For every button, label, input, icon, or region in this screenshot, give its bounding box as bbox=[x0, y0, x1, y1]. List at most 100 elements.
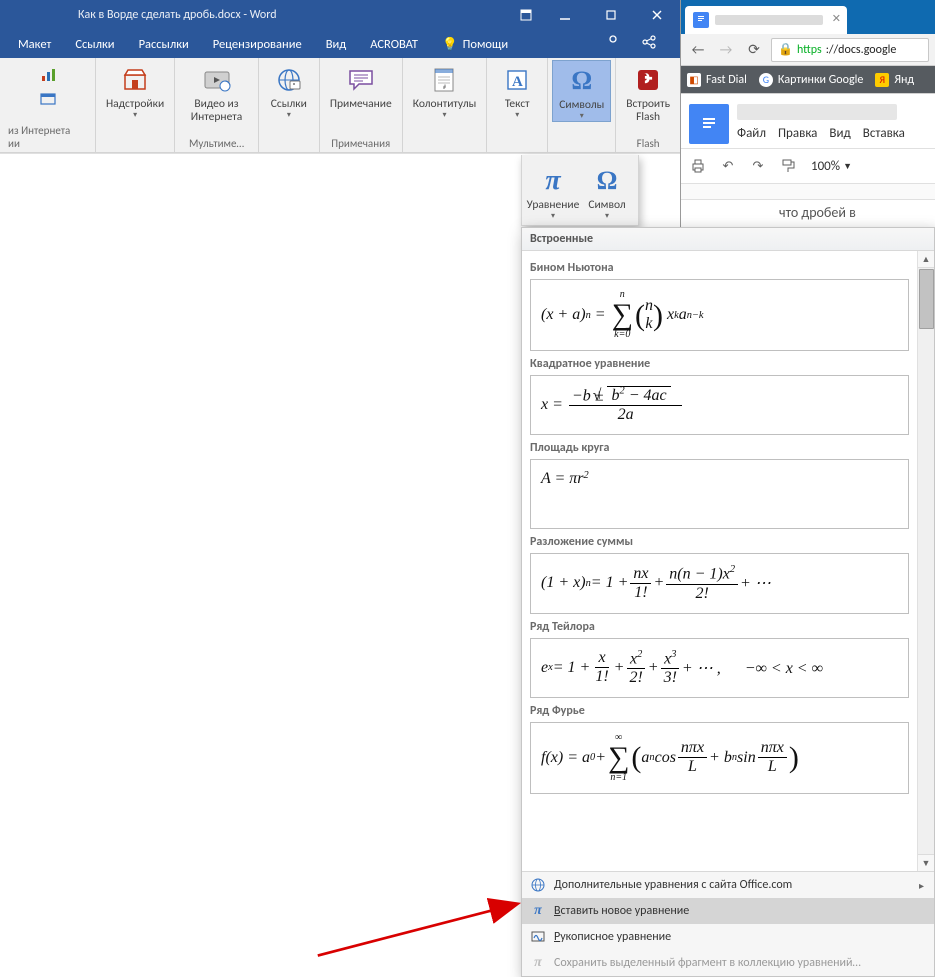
comment-button[interactable]: Примечание bbox=[324, 60, 398, 111]
ribbon-display-options-button[interactable] bbox=[510, 0, 542, 30]
word-titlebar: Как в Ворде сделать дробь.docx - Word bbox=[0, 0, 680, 30]
yandex-icon: Я bbox=[875, 73, 889, 87]
ribbon: из Интернета ии Надстройки bbox=[0, 58, 680, 153]
eq-item-fourier[interactable]: f(x) = a0 + ∞∑n=1 ( an cosnπxL + bn sinn… bbox=[530, 722, 909, 794]
tell-me-search[interactable]: 💡 Помощи bbox=[430, 30, 520, 58]
links-button[interactable]: Ссылки bbox=[263, 60, 315, 120]
tab-view[interactable]: Вид bbox=[314, 30, 359, 58]
pi-icon: π bbox=[530, 903, 546, 919]
url-protocol: https bbox=[797, 43, 822, 57]
minimize-button[interactable] bbox=[542, 0, 588, 30]
bookmark-fast-dial[interactable]: ◧ Fast Dial bbox=[687, 73, 747, 87]
maximize-button[interactable] bbox=[588, 0, 634, 30]
tab-layout[interactable]: Макет bbox=[6, 30, 63, 58]
eq-item-label-expand: Разложение суммы bbox=[530, 535, 909, 549]
ink-icon bbox=[530, 929, 546, 945]
account-icon[interactable] bbox=[600, 34, 626, 54]
eq-item-expand[interactable]: (1 + x)n = 1 + nx1! + n(n − 1)x22! + ⋯ bbox=[530, 553, 909, 613]
menu-ink-equation[interactable]: Рукописное уравнение bbox=[522, 924, 934, 950]
globe-icon bbox=[530, 877, 546, 893]
menu-insert-new-equation[interactable]: π Вставить новое уравнение bbox=[522, 898, 934, 924]
video-icon bbox=[201, 64, 233, 96]
docs-zoom-dropdown[interactable]: 100% ▼ bbox=[811, 159, 852, 174]
ribbon-group-media: Видео из Интернета Мультиме… bbox=[175, 58, 259, 152]
titlebar-right-group bbox=[588, 30, 674, 58]
tab-review[interactable]: Рецензирование bbox=[201, 30, 314, 58]
docs-ruler[interactable] bbox=[681, 184, 935, 200]
docs-menu-edit[interactable]: Правка bbox=[778, 126, 817, 141]
browser-url-field[interactable]: 🔒 https://docs.google bbox=[771, 38, 929, 62]
menu-more-office-com[interactable]: Дополнительные уравнения с сайта Office.… bbox=[522, 872, 934, 898]
equation-gallery-footer-menu: Дополнительные уравнения с сайта Office.… bbox=[522, 871, 934, 976]
browser-bookmarks-bar: ◧ Fast Dial G Картинки Google Я Янд bbox=[681, 66, 935, 94]
browser-tab[interactable]: ✕ bbox=[685, 6, 847, 34]
pi-save-icon: π bbox=[530, 955, 546, 971]
tab-mailings[interactable]: Рассылки bbox=[127, 30, 201, 58]
symbol-button[interactable]: Ω Символ bbox=[580, 161, 634, 221]
eq-item-circle[interactable]: A = πr2 bbox=[530, 459, 909, 529]
docs-page-content[interactable]: что дробей в bbox=[681, 200, 935, 225]
google-docs-logo-icon[interactable] bbox=[689, 104, 729, 144]
equation-button[interactable]: π Уравнение bbox=[526, 161, 580, 221]
browser-address-bar: ← → ⟳ 🔒 https://docs.google bbox=[681, 34, 935, 66]
scroll-down-button[interactable]: ▼ bbox=[918, 854, 934, 871]
share-button[interactable] bbox=[636, 34, 662, 54]
tab-close-icon[interactable]: ✕ bbox=[832, 12, 841, 25]
ribbon-group-headerfooter: # Колонтитулы bbox=[403, 58, 488, 152]
scrollbar-thumb[interactable] bbox=[919, 269, 934, 329]
browser-reload-button[interactable]: ⟳ bbox=[743, 39, 765, 61]
docs-toolbar: ↶ ↷ 100% ▼ bbox=[681, 148, 935, 184]
docs-menu-file[interactable]: Файл bbox=[737, 126, 766, 141]
docs-print-button[interactable] bbox=[685, 153, 711, 179]
eq-item-taylor[interactable]: ex = 1 + x1! + x22! + x33! + ⋯ , −∞ < x … bbox=[530, 638, 909, 698]
browser-back-button[interactable]: ← bbox=[687, 39, 709, 61]
comment-label: Примечание bbox=[330, 98, 392, 111]
eq-item-label-taylor: Ряд Тейлора bbox=[530, 620, 909, 634]
eq-item-label-binom: Бином Ньютона bbox=[530, 261, 909, 275]
group-label-info: ии bbox=[8, 137, 20, 150]
scroll-up-button[interactable]: ▲ bbox=[918, 251, 934, 268]
svg-text:A: A bbox=[512, 74, 523, 90]
symbols-button[interactable]: Ω Символы bbox=[552, 60, 611, 122]
embed-flash-label: Встроить Flash bbox=[626, 98, 670, 124]
dropdown-caret-icon: ▼ bbox=[843, 161, 852, 172]
text-button[interactable]: A Текст bbox=[491, 60, 543, 120]
docs-menu-view[interactable]: Вид bbox=[829, 126, 850, 141]
eq-item-binom[interactable]: (x + a)n = n∑k=0 (nk) xkan−k bbox=[530, 279, 909, 351]
ribbon-group-links: Ссылки bbox=[259, 58, 320, 152]
docs-undo-button[interactable]: ↶ bbox=[715, 153, 741, 179]
equation-gallery-scrollbar[interactable]: ▲ ▼ bbox=[917, 251, 934, 871]
docs-redo-button[interactable]: ↷ bbox=[745, 153, 771, 179]
docs-title-placeholder[interactable] bbox=[737, 104, 897, 120]
tab-references[interactable]: Ссылки bbox=[63, 30, 126, 58]
omega-icon: Ω bbox=[566, 65, 598, 97]
close-button[interactable] bbox=[634, 0, 680, 30]
embed-flash-button[interactable]: Встроить Flash bbox=[620, 60, 676, 124]
bookmark-yandex[interactable]: Я Янд bbox=[875, 73, 914, 87]
textbox-icon: A bbox=[501, 64, 533, 96]
header-footer-button[interactable]: # Колонтитулы bbox=[407, 60, 483, 120]
flash-icon bbox=[632, 64, 664, 96]
tell-me-label: Помощи bbox=[463, 37, 509, 52]
browser-tabstrip: ✕ bbox=[681, 0, 935, 34]
menu-ink-label: Рукописное уравнение bbox=[554, 930, 671, 944]
url-rest: ://docs.google bbox=[826, 43, 897, 57]
addins-button[interactable]: Надстройки bbox=[100, 60, 170, 120]
lightbulb-icon: 💡 bbox=[442, 37, 458, 52]
tab-acrobat[interactable]: ACROBAT bbox=[358, 30, 430, 58]
eq-item-quad[interactable]: x = −b ± b2 − 4ac √ 2a bbox=[530, 375, 909, 435]
equation-gallery-header: Встроенные bbox=[522, 228, 934, 251]
browser-forward-button[interactable]: → bbox=[715, 39, 737, 61]
pi-icon: π bbox=[537, 165, 569, 197]
header-footer-icon: # bbox=[428, 64, 460, 96]
group-label-internet: из Интернета bbox=[8, 124, 70, 137]
bookmark-google-images[interactable]: G Картинки Google bbox=[759, 73, 863, 87]
symbols-dropdown-panel: π Уравнение Ω Символ bbox=[521, 155, 639, 226]
docs-menu-insert[interactable]: Вставка bbox=[863, 126, 905, 141]
chart-button[interactable] bbox=[37, 64, 59, 86]
docs-paint-format-button[interactable] bbox=[775, 153, 801, 179]
screenshot-button[interactable] bbox=[37, 88, 59, 110]
link-icon bbox=[273, 64, 305, 96]
group-label-flash: Flash bbox=[620, 136, 676, 152]
online-video-button[interactable]: Видео из Интернета bbox=[179, 60, 254, 124]
